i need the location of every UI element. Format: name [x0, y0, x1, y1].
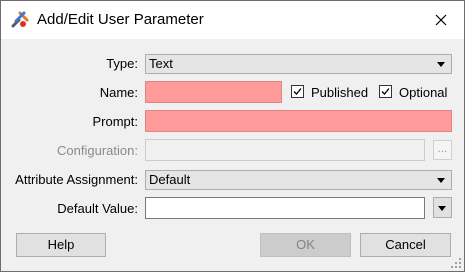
checkmark-icon: [293, 88, 302, 95]
optional-checkbox[interactable]: [379, 85, 392, 98]
published-label: Published: [311, 85, 369, 100]
help-button[interactable]: Help: [16, 233, 106, 257]
close-icon: [435, 14, 447, 26]
published-checkbox[interactable]: [291, 85, 304, 98]
name-label: Name:: [99, 85, 138, 100]
default-value-menu-button[interactable]: [433, 197, 452, 218]
type-select[interactable]: Text: [145, 54, 452, 74]
ok-button: OK: [260, 233, 351, 257]
configuration-label: Configuration:: [57, 143, 138, 158]
default-value-label: Default Value:: [57, 201, 138, 216]
prompt-input[interactable]: [145, 110, 452, 132]
prompt-label: Prompt:: [92, 114, 138, 129]
checkmark-icon: [381, 88, 390, 95]
fme-workbench-icon: [11, 11, 29, 28]
name-input[interactable]: [145, 81, 282, 103]
dialog-window: Add/Edit User Parameter Type: Text Name:…: [0, 0, 465, 272]
configuration-browse-button: ...: [433, 140, 452, 160]
attribute-assignment-select[interactable]: Default: [145, 170, 452, 190]
chevron-down-icon: [437, 178, 445, 183]
optional-label: Optional: [399, 85, 448, 100]
configuration-input: [145, 139, 425, 161]
type-label: Type:: [106, 56, 138, 71]
type-select-value: Text: [149, 56, 173, 71]
resize-grip-icon[interactable]: [450, 257, 462, 269]
chevron-down-icon: [438, 206, 446, 211]
dialog-title: Add/Edit User Parameter: [37, 11, 204, 28]
attribute-assignment-label: Attribute Assignment:: [15, 172, 138, 187]
attribute-assignment-value: Default: [149, 172, 191, 187]
cancel-button[interactable]: Cancel: [360, 233, 451, 257]
close-button[interactable]: [418, 1, 464, 39]
title-bar: Add/Edit User Parameter: [1, 1, 464, 39]
default-value-input[interactable]: [145, 197, 425, 219]
chevron-down-icon: [437, 62, 445, 67]
